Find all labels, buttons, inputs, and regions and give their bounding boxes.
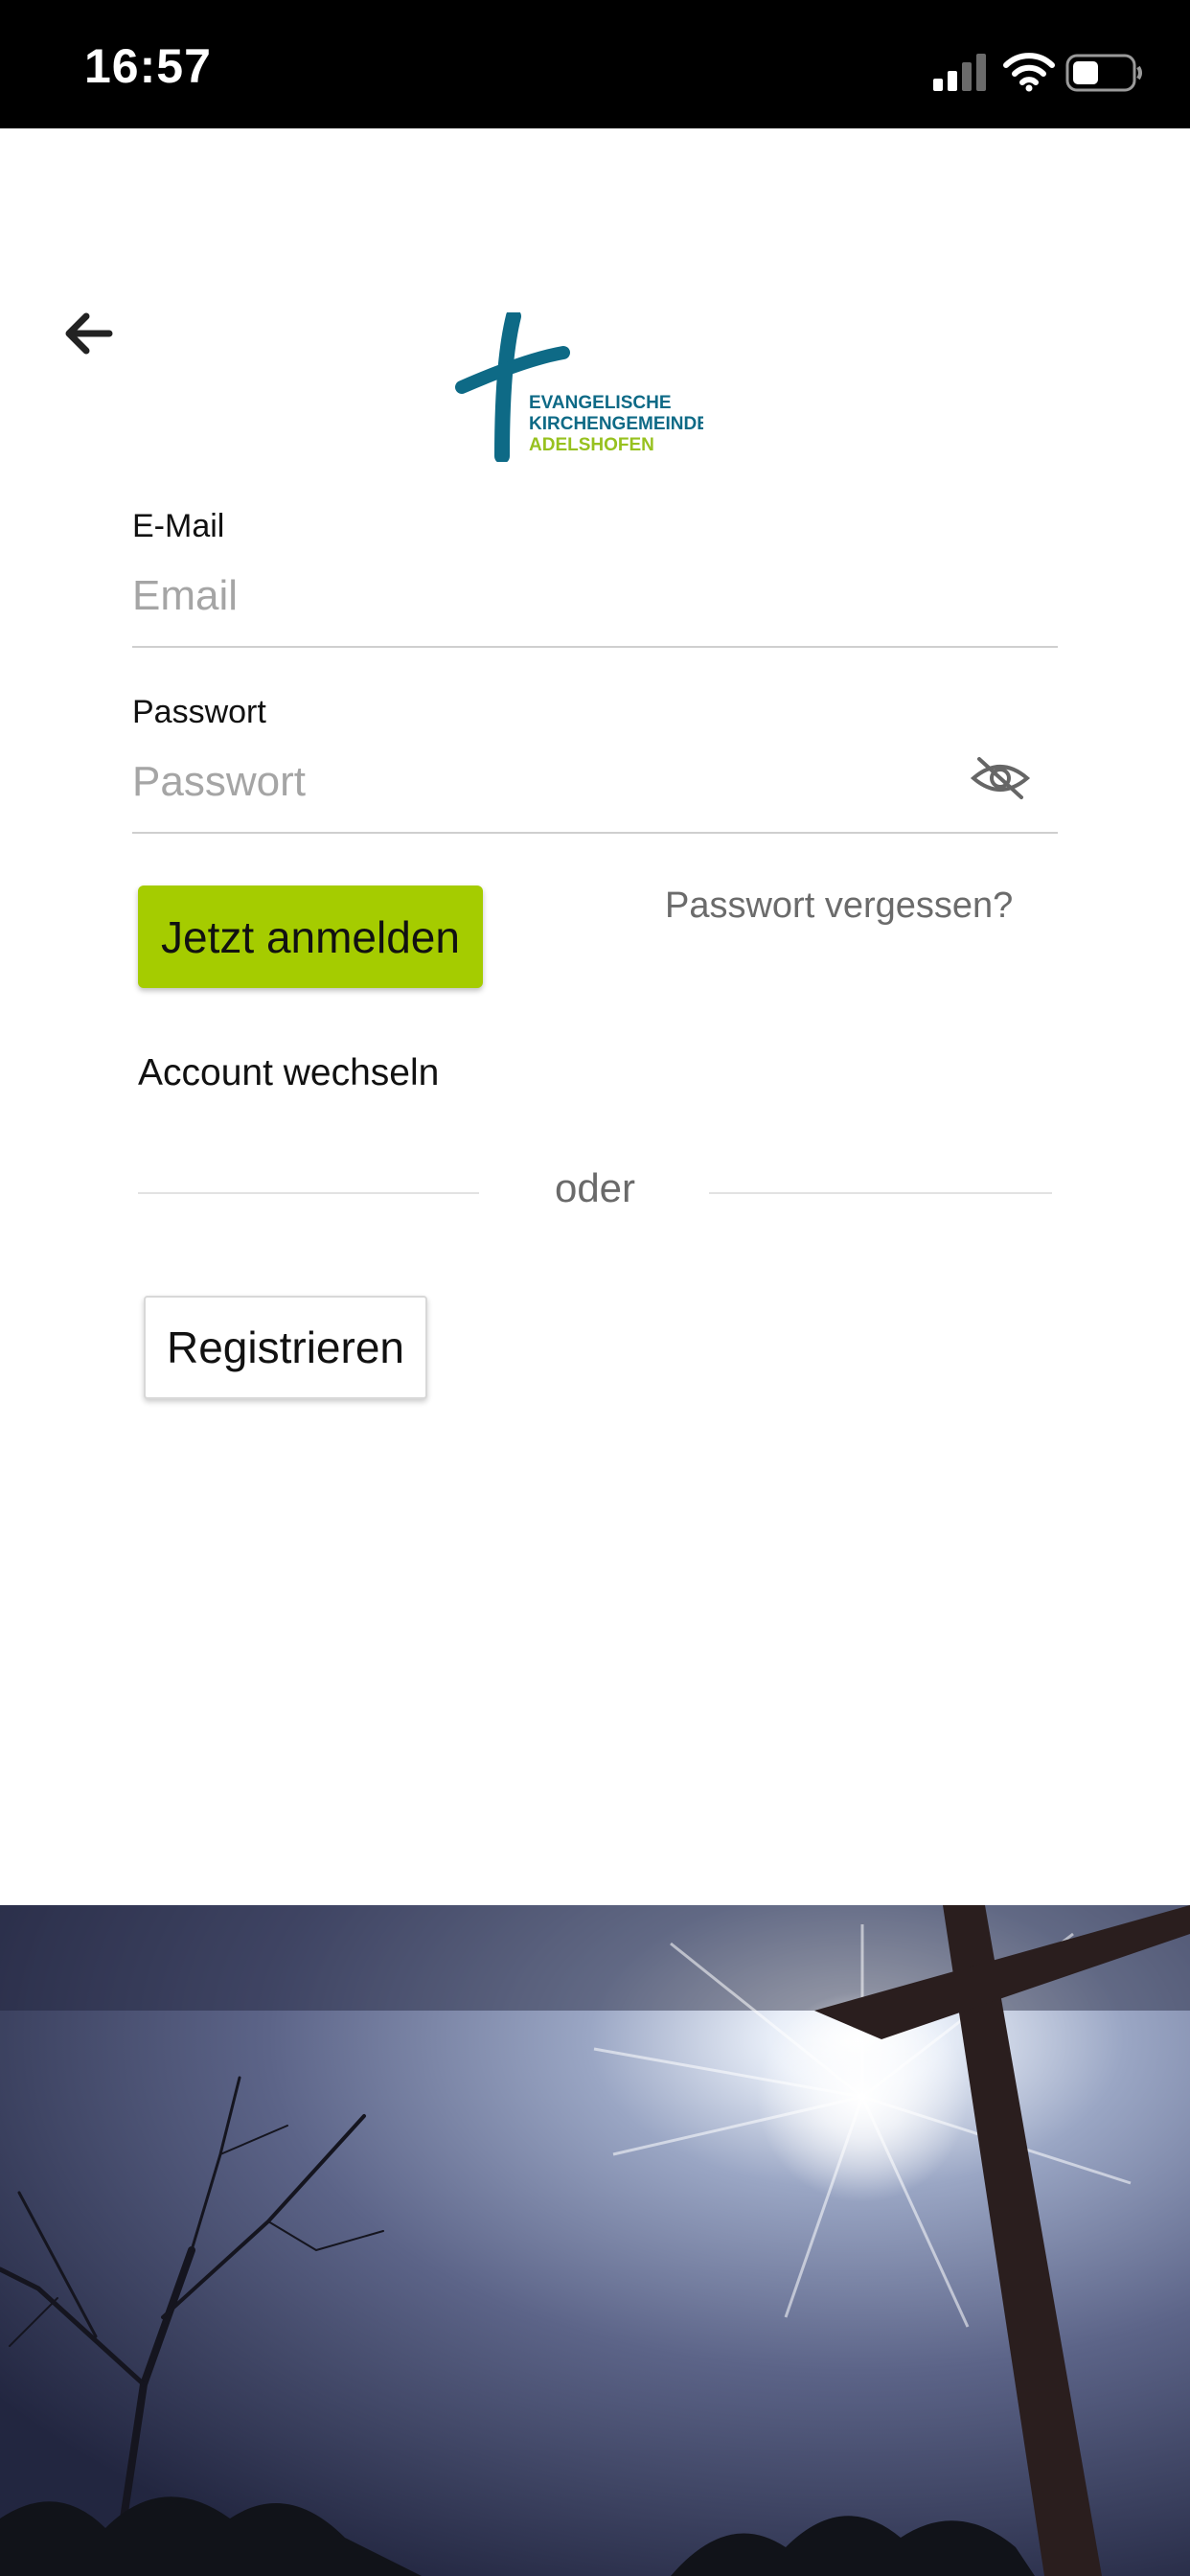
switch-account-link[interactable]: Account wechseln	[138, 1052, 439, 1094]
eye-off-icon[interactable]	[970, 753, 1031, 803]
divider-right	[709, 1192, 1052, 1194]
password-label: Passwort	[132, 694, 266, 730]
cross-sky-photo	[0, 1905, 1190, 2576]
login-button[interactable]: Jetzt anmelden	[138, 886, 483, 988]
forgot-password-link[interactable]: Passwort vergessen?	[665, 886, 1013, 927]
arrow-left-icon[interactable]	[59, 307, 115, 360]
svg-text:ADELSHOFEN: ADELSHOFEN	[529, 435, 654, 455]
logo-line-2: KIRCHENGEMEINDE	[529, 414, 703, 434]
divider-text: oder	[554, 1165, 636, 1210]
cross-logo-icon: EVANGELISCHE KIRCHENGEMEINDE ADELSHOFEN	[455, 312, 703, 462]
divider-left	[138, 1192, 479, 1194]
status-time: 16:57	[84, 39, 212, 93]
email-label: E-Mail	[132, 508, 225, 544]
svg-text:KIRCHENGEMEINDE: KIRCHENGEMEINDE	[529, 414, 703, 434]
password-field-wrap	[132, 736, 1058, 834]
photo-illustration	[0, 1905, 1190, 2576]
wifi-icon	[1003, 53, 1055, 92]
logo: EVANGELISCHE KIRCHENGEMEINDE ADELSHOFEN	[454, 312, 703, 462]
password-field[interactable]	[132, 736, 956, 828]
email-field[interactable]	[132, 550, 1058, 642]
email-field-wrap	[132, 550, 1058, 648]
logo-line-1: EVANGELISCHE	[529, 393, 672, 413]
battery-icon	[1065, 54, 1142, 92]
logo-line-3: ADELSHOFEN	[529, 435, 654, 455]
register-button[interactable]: Registrieren	[144, 1296, 427, 1399]
signal-icon	[933, 54, 986, 91]
svg-text:EVANGELISCHE: EVANGELISCHE	[529, 393, 672, 413]
